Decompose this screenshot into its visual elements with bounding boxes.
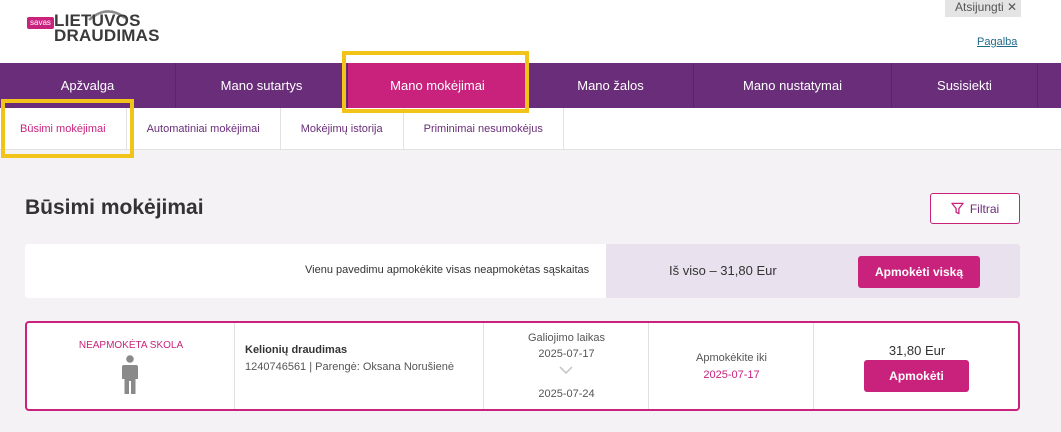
pay-all-panel: Vienu pavedimu apmokėkite visas neapmokė…: [25, 244, 1020, 298]
policy-info: 1240746561 | Parengė: Oksana Norušienė: [245, 361, 454, 373]
tab-upcoming-payments[interactable]: Būsimi mokėjimai: [0, 108, 127, 150]
logo-badge: savas: [27, 17, 54, 29]
tab-label: Mokėjimų istorija: [300, 123, 383, 135]
filter-icon: [951, 202, 964, 215]
pay-by-label: Apmokėkite iki: [696, 352, 767, 364]
person-icon: [122, 355, 138, 394]
sub-nav: Būsimi mokėjimai Automatiniai mokėjimai …: [0, 108, 1061, 150]
nav-label: Apžvalga: [60, 78, 115, 93]
validity-end-date: 2025-07-24: [538, 388, 595, 400]
nav-label: Mano sutartys: [220, 78, 303, 93]
validity-label: Galiojimo laikas: [527, 332, 606, 344]
nav-item-payments[interactable]: Mano mokėjimai: [348, 63, 528, 108]
nav-item-empty: [1038, 63, 1061, 108]
logout-button[interactable]: Atsijungti ✕: [945, 0, 1021, 17]
total-amount: Iš viso – 31,80 Eur: [669, 263, 777, 278]
nav-item-settings[interactable]: Mano nustatymai: [694, 63, 892, 108]
logout-label: Atsijungti: [955, 0, 1004, 14]
header: savas LIETUVOS DRAUDIMAS Atsijungti ✕ Pa…: [0, 0, 1061, 63]
pay-all-button[interactable]: Apmokėti viską: [858, 256, 980, 288]
tab-label: Automatiniai mokėjimai: [146, 123, 260, 135]
logo-line2: DRAUDIMAS: [54, 26, 160, 45]
nav-item-claims[interactable]: Mano žalos: [528, 63, 694, 108]
pay-all-description: Vienu pavedimu apmokėkite visas neapmokė…: [305, 264, 590, 276]
amount-due: 31,80 Eur: [888, 343, 946, 358]
nav-label: Mano mokėjimai: [390, 78, 485, 93]
due-column: Apmokėkite iki 2025-07-17: [649, 323, 814, 409]
nav-label: Susisiekti: [937, 78, 992, 93]
chevron-down-icon: [559, 366, 573, 375]
amount-column: 31,80 Eur Apmokėti: [814, 323, 1020, 409]
page-title: Būsimi mokėjimai: [25, 196, 204, 219]
payment-card: NEAPMOKĖTA SKOLA Kelionių draudimas 1240…: [25, 321, 1020, 411]
pay-button[interactable]: Apmokėti: [864, 360, 969, 392]
product-column: Kelionių draudimas 1240746561 | Parengė:…: [235, 323, 484, 409]
product-name: Kelionių draudimas: [245, 344, 348, 356]
nav-item-contracts[interactable]: Mano sutartys: [176, 63, 348, 108]
filter-button[interactable]: Filtrai: [930, 193, 1020, 224]
nav-label: Mano nustatymai: [743, 78, 842, 93]
filter-label: Filtrai: [969, 201, 1000, 216]
main-nav: Apžvalga Mano sutartys Mano mokėjimai Ma…: [0, 63, 1061, 108]
close-icon: ✕: [1007, 0, 1018, 14]
help-link[interactable]: Pagalba: [977, 36, 1017, 48]
company-logo[interactable]: savas LIETUVOS DRAUDIMAS: [27, 10, 159, 56]
tab-reminders[interactable]: Priminimai nesumokėjus: [404, 108, 564, 150]
pay-by-date: 2025-07-17: [703, 369, 760, 381]
tab-automatic-payments[interactable]: Automatiniai mokėjimai: [127, 108, 281, 150]
validity-column: Galiojimo laikas 2025-07-17 2025-07-24: [484, 323, 649, 409]
nav-label: Mano žalos: [577, 78, 644, 93]
status-badge: NEAPMOKĖTA SKOLA: [78, 340, 184, 351]
pay-all-summary: Iš viso – 31,80 Eur Apmokėti viską: [606, 244, 1020, 298]
tab-label: Priminimai nesumokėjus: [423, 123, 543, 135]
tab-payment-history[interactable]: Mokėjimų istorija: [281, 108, 404, 150]
nav-item-overview[interactable]: Apžvalga: [0, 63, 176, 108]
nav-item-contact[interactable]: Susisiekti: [892, 63, 1038, 108]
validity-start-date: 2025-07-17: [538, 348, 595, 360]
tab-label: Būsimi mokėjimai: [20, 123, 106, 135]
status-column: NEAPMOKĖTA SKOLA: [27, 323, 235, 409]
